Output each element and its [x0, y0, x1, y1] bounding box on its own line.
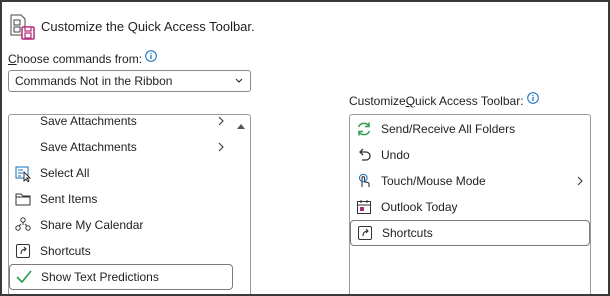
outlook-today-icon [353, 196, 375, 218]
choose-commands-label: Choose commands from: [8, 50, 157, 66]
shortcut-icon [354, 222, 376, 244]
info-icon[interactable] [145, 50, 157, 62]
list-item[interactable]: Save Attachments [9, 134, 231, 160]
choose-label-accesskey: C [8, 52, 17, 66]
list-item-selected[interactable]: Show Text Predictions [9, 264, 233, 290]
list-item[interactable]: Save Attachments [9, 114, 231, 134]
list-item-label: Outlook Today [381, 200, 458, 214]
select-all-icon [12, 162, 34, 184]
shortcut-icon [12, 240, 34, 262]
list-item[interactable]: Send/Receive All Folders [350, 116, 590, 142]
list-item-label: Save Attachments [40, 140, 137, 154]
quick-access-toolbar-icon [7, 11, 37, 41]
list-item-label: Show Text Predictions [41, 270, 159, 284]
scroll-up-arrow-icon[interactable] [232, 115, 250, 137]
customize-label-text-b: uick Access Toolbar: [415, 94, 524, 108]
list-item-label: Select All [40, 166, 90, 180]
available-commands-list[interactable]: Save Attachments Save Attachments Select… [8, 114, 251, 294]
dialog-header: Customize the Quick Access Toolbar. [7, 10, 255, 42]
quick-access-toolbar-list[interactable]: Send/Receive All Folders Undo Touch/Mous… [349, 114, 591, 294]
list-item-selected[interactable]: Shortcuts [350, 220, 590, 246]
blank-icon [12, 115, 34, 132]
customize-label-text-a: Customize [349, 94, 406, 108]
list-item[interactable]: Touch/Mouse Mode [350, 168, 590, 194]
chevron-down-icon [234, 75, 244, 87]
checkmark-icon [13, 266, 35, 288]
customize-label-accesskey: Q [405, 94, 416, 108]
list-item-label: Shortcuts [382, 226, 433, 240]
dialog-frame: Customize the Quick Access Toolbar. Choo… [0, 0, 610, 296]
chevron-right-icon [576, 175, 584, 187]
list-item-label: Undo [381, 148, 410, 162]
dialog-title: Customize the Quick Access Toolbar. [41, 18, 255, 34]
list-item[interactable]: Undo [350, 142, 590, 168]
list-item[interactable]: Outlook Today [350, 194, 590, 220]
list-item-label: Touch/Mouse Mode [381, 174, 486, 188]
list-item[interactable]: Share My Calendar [9, 212, 231, 238]
info-icon[interactable] [526, 92, 539, 104]
chevron-right-icon [217, 115, 225, 127]
list-item-label: Share My Calendar [40, 218, 144, 232]
dropdown-value: Commands Not in the Ribbon [15, 74, 173, 88]
list-item[interactable]: Sent Items [9, 186, 231, 212]
touch-icon [353, 170, 375, 192]
list-item-label: Save Attachments [40, 114, 137, 128]
list-item-label: Shortcuts [40, 244, 91, 258]
list-item[interactable]: Select All [9, 160, 231, 186]
sync-icon [353, 118, 375, 140]
list-item[interactable]: Shortcuts [9, 238, 231, 264]
share-calendar-icon [12, 214, 34, 236]
blank-icon [12, 136, 34, 158]
chevron-right-icon [217, 141, 225, 153]
choose-label-text: hoose commands from: [16, 52, 143, 66]
list-item-label: Sent Items [40, 192, 98, 206]
customize-toolbar-label: Customize Quick Access Toolbar: [349, 92, 539, 108]
undo-icon [353, 144, 375, 166]
folder-icon [12, 188, 34, 210]
choose-commands-dropdown[interactable]: Commands Not in the Ribbon [8, 70, 251, 92]
list-item-label: Send/Receive All Folders [381, 122, 516, 136]
